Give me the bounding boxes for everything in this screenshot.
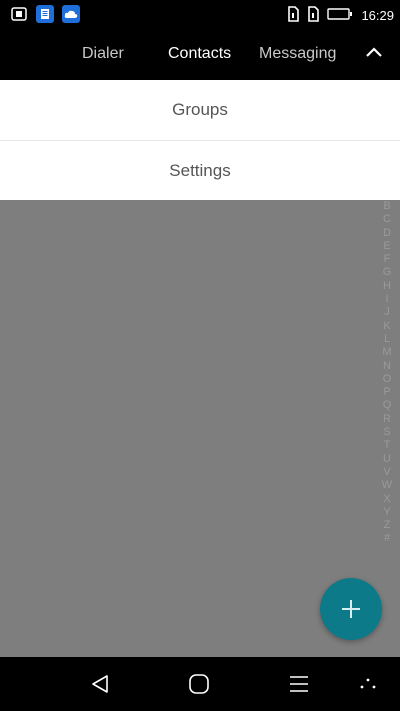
alphabet-index-letter[interactable]: C	[383, 213, 391, 226]
alphabet-index-letter[interactable]: V	[383, 466, 390, 479]
alphabet-index-letter[interactable]: I	[385, 293, 388, 306]
back-icon[interactable]	[88, 672, 112, 696]
navigation-bar	[0, 657, 400, 711]
alphabet-index-letter[interactable]: Q	[383, 399, 392, 412]
alphabet-index[interactable]: B C D E F G H I J K L M N O P Q R S T U V W X Y Z #	[380, 200, 394, 546]
tab-dialer[interactable]: Dialer	[82, 45, 124, 63]
alphabet-index-letter[interactable]: T	[384, 439, 391, 452]
menu-icon[interactable]	[287, 672, 311, 696]
alphabet-index-letter[interactable]: G	[383, 266, 392, 279]
alphabet-index-letter[interactable]: E	[383, 240, 390, 253]
tab-bar: Dialer Contacts Messaging	[0, 30, 400, 80]
alphabet-index-letter[interactable]: J	[384, 306, 390, 319]
menu-item-settings[interactable]: Settings	[0, 140, 400, 200]
alphabet-index-letter[interactable]: H	[383, 280, 391, 293]
alphabet-index-letter[interactable]: Z	[384, 519, 391, 532]
alphabet-index-letter[interactable]: D	[383, 227, 391, 240]
alphabet-index-letter[interactable]: L	[384, 333, 390, 346]
alphabet-index-letter[interactable]: U	[383, 453, 391, 466]
menu-item-groups[interactable]: Groups	[0, 80, 400, 140]
overflow-menu: Groups Settings	[0, 80, 400, 200]
alphabet-index-letter[interactable]: F	[384, 253, 391, 266]
alphabet-index-letter[interactable]: W	[382, 479, 392, 492]
more-icon[interactable]	[356, 672, 380, 696]
tab-messaging[interactable]: Messaging	[259, 45, 336, 63]
home-icon[interactable]	[187, 672, 211, 696]
cloud-icon	[62, 5, 80, 23]
alphabet-index-letter[interactable]: #	[384, 532, 390, 545]
alphabet-index-letter[interactable]: M	[382, 346, 391, 359]
status-time: 16:29	[361, 8, 394, 23]
plus-icon	[342, 600, 360, 618]
alphabet-index-letter[interactable]: P	[383, 386, 390, 399]
add-contact-button[interactable]	[320, 578, 382, 640]
alphabet-index-letter[interactable]: R	[383, 413, 391, 426]
battery-icon	[327, 8, 353, 23]
status-bar: 16:29	[0, 0, 400, 30]
sim2-icon	[307, 6, 320, 25]
sim1-icon	[287, 6, 300, 25]
alphabet-index-letter[interactable]: B	[383, 200, 390, 213]
alphabet-index-letter[interactable]: O	[383, 373, 392, 386]
alphabet-index-letter[interactable]: K	[383, 320, 390, 333]
status-left	[10, 5, 80, 23]
chevron-up-icon[interactable]	[364, 43, 384, 63]
alphabet-index-letter[interactable]: X	[383, 493, 390, 506]
alphabet-index-letter[interactable]: Y	[383, 506, 390, 519]
menu-item-label: Groups	[172, 100, 228, 119]
menu-item-label: Settings	[169, 160, 231, 180]
app-icon-doc	[36, 5, 54, 23]
alphabet-index-letter[interactable]: S	[383, 426, 390, 439]
screenshot-icon	[10, 5, 28, 23]
status-right: 16:29	[287, 6, 394, 25]
alphabet-index-letter[interactable]: N	[383, 360, 391, 373]
tab-contacts[interactable]: Contacts	[168, 45, 231, 63]
